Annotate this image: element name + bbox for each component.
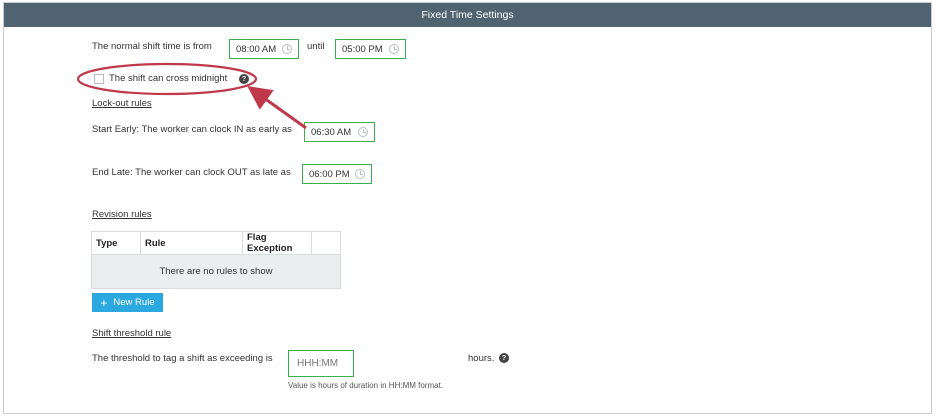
start-early-time-field[interactable]: 06:30 AM	[304, 122, 375, 142]
clock-icon[interactable]	[282, 44, 292, 54]
revision-rules-heading: Revision rules	[92, 209, 152, 220]
until-label: until	[307, 41, 325, 52]
new-rule-label: New Rule	[113, 297, 155, 308]
end-late-time-field[interactable]: 06:00 PM	[302, 164, 372, 184]
start-early-time-value: 06:30 AM	[311, 126, 352, 138]
clock-icon[interactable]	[389, 44, 399, 54]
shift-end-time-field[interactable]: 05:00 PM	[335, 39, 406, 59]
clock-icon[interactable]	[358, 127, 368, 137]
normal-shift-label: The normal shift time is from	[92, 41, 212, 52]
lockout-rules-heading: Lock-out rules	[92, 98, 152, 109]
shift-start-time-value: 08:00 AM	[236, 43, 277, 55]
column-header-rule: Rule	[140, 231, 243, 255]
shift-end-time-value: 05:00 PM	[342, 43, 383, 55]
empty-table-message: There are no rules to show	[91, 254, 341, 289]
threshold-unit-label: hours.	[468, 353, 495, 364]
clock-icon[interactable]	[355, 169, 365, 179]
threshold-input[interactable]	[288, 350, 354, 377]
column-header-actions	[311, 231, 341, 255]
threshold-label: The threshold to tag a shift as exceedin…	[92, 353, 273, 364]
table-row: There are no rules to show	[91, 254, 341, 289]
new-rule-button[interactable]: + New Rule	[92, 293, 163, 312]
panel-title: Fixed Time Settings	[421, 9, 514, 21]
panel-header: Fixed Time Settings	[4, 3, 931, 27]
shift-threshold-heading: Shift threshold rule	[92, 328, 172, 339]
revision-rules-table: Type Rule Flag Exception There are no ru…	[91, 231, 341, 289]
shift-start-time-field[interactable]: 08:00 AM	[229, 39, 299, 59]
start-early-label: Start Early: The worker can clock IN as …	[92, 124, 292, 135]
cross-midnight-checkbox[interactable]	[94, 74, 104, 84]
plus-icon: +	[100, 295, 108, 310]
column-header-flag-exception: Flag Exception	[242, 231, 312, 255]
threshold-hint: Value is hours of duration in HH:MM form…	[288, 381, 444, 390]
end-late-label: End Late: The worker can clock OUT as la…	[92, 167, 291, 178]
help-icon[interactable]: ?	[499, 353, 509, 363]
cross-midnight-label: The shift can cross midnight	[109, 73, 228, 84]
help-icon[interactable]: ?	[239, 74, 249, 84]
end-late-time-value: 06:00 PM	[309, 168, 350, 180]
column-header-type: Type	[91, 231, 141, 255]
table-header-row: Type Rule Flag Exception	[91, 231, 341, 255]
